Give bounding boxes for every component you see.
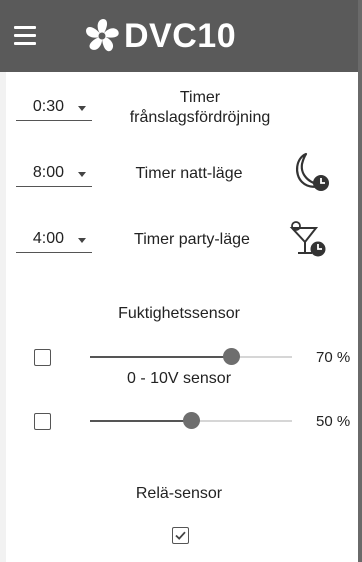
chevron-down-icon bbox=[78, 238, 86, 243]
timer-night-value: 8:00 bbox=[32, 164, 64, 181]
timer-delay-label: Timer frånslagsfördröjning bbox=[100, 88, 300, 128]
chevron-down-icon bbox=[78, 172, 86, 177]
right-border bbox=[358, 0, 362, 562]
timer-delay-label-line1: Timer bbox=[179, 89, 221, 106]
humidity-sensor-label: Fuktighetssensor bbox=[118, 305, 240, 322]
slider-thumb[interactable] bbox=[223, 348, 240, 365]
timer-night-select[interactable]: 8:00 bbox=[16, 162, 92, 187]
humidity-sensor-slider[interactable] bbox=[90, 345, 292, 369]
humidity-sensor-value: 70 % bbox=[316, 349, 351, 366]
slider-track-fill bbox=[90, 420, 191, 422]
voltage-sensor-value: 50 % bbox=[316, 413, 351, 430]
slider-thumb[interactable] bbox=[183, 412, 200, 429]
relay-sensor-label: Relä-sensor bbox=[135, 485, 223, 502]
voltage-sensor-slider[interactable] bbox=[90, 409, 292, 433]
app-title: DVC10 bbox=[124, 17, 237, 55]
checkmark-icon bbox=[175, 531, 186, 540]
timer-delay-value: 0:30 bbox=[32, 98, 64, 115]
slider-track-fill bbox=[90, 356, 231, 358]
fan-logo-icon bbox=[86, 19, 119, 52]
timer-party-select[interactable]: 4:00 bbox=[16, 228, 92, 253]
humidity-sensor-checkbox[interactable] bbox=[34, 349, 51, 366]
slider-track bbox=[191, 420, 292, 422]
app-bar: DVC10 bbox=[0, 0, 358, 72]
chevron-down-icon bbox=[78, 106, 86, 111]
timer-party-value: 4:00 bbox=[32, 230, 64, 247]
slider-track bbox=[231, 356, 292, 358]
moon-clock-icon bbox=[296, 152, 329, 191]
voltage-sensor-checkbox[interactable] bbox=[34, 413, 51, 430]
timer-delay-select[interactable]: 0:30 bbox=[16, 96, 92, 121]
cocktail-clock-icon bbox=[289, 221, 326, 257]
voltage-sensor-label: 0 - 10V sensor bbox=[126, 370, 232, 387]
timer-party-label: Timer party-läge bbox=[134, 231, 250, 248]
hamburger-menu-icon[interactable] bbox=[14, 26, 36, 46]
timer-night-label: Timer natt-läge bbox=[135, 165, 243, 182]
timer-delay-label-line2: frånslagsfördröjning bbox=[129, 109, 271, 126]
relay-sensor-checkbox[interactable] bbox=[172, 527, 189, 544]
